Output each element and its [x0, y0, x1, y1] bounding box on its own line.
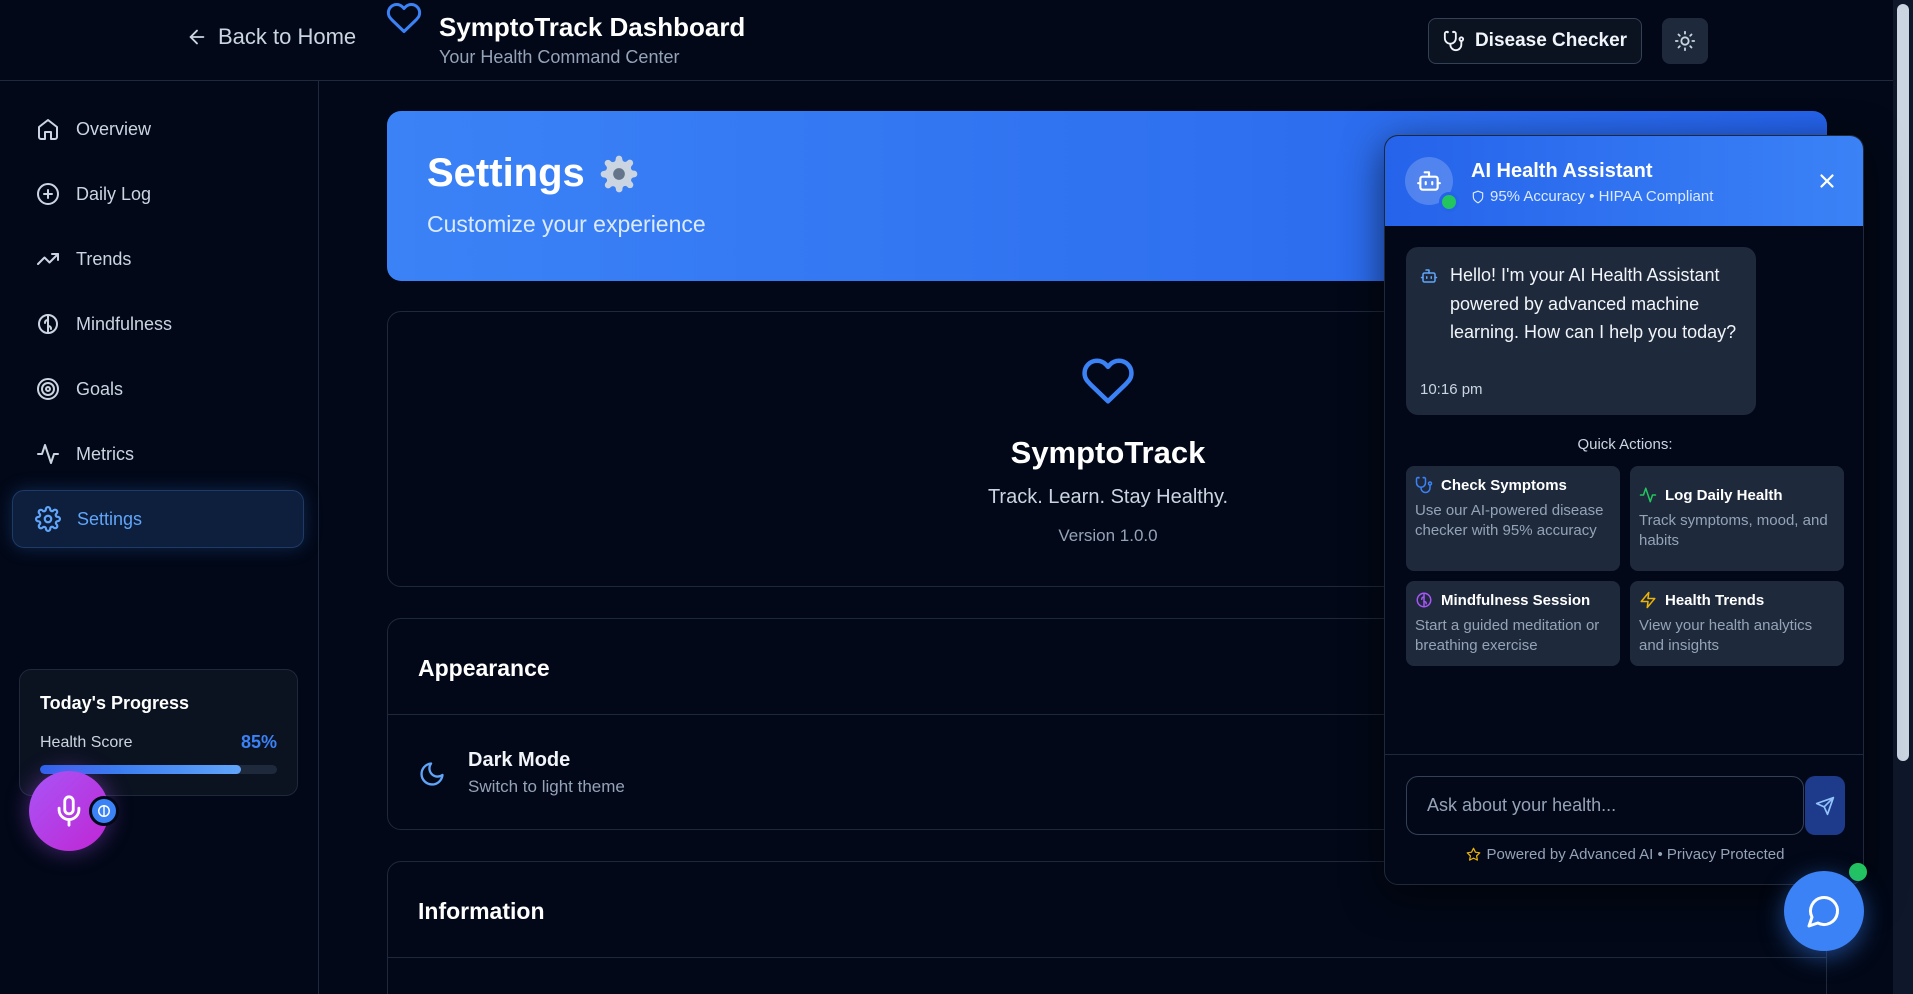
sidebar-item-label: Metrics	[76, 443, 134, 464]
quick-action-desc: Start a guided meditation or breathing e…	[1415, 617, 1600, 654]
zap-icon	[1639, 591, 1657, 609]
sidebar-item-goals[interactable]: Goals	[36, 369, 123, 409]
stethoscope-icon	[1443, 30, 1465, 52]
divider	[1385, 754, 1863, 755]
disease-checker-label: Disease Checker	[1474, 30, 1628, 51]
open-chat-button[interactable]	[1784, 871, 1864, 951]
activity-icon	[1639, 486, 1657, 504]
quick-actions-label: Quick Actions:	[1577, 436, 1673, 453]
quick-action-title: Log Daily Health	[1665, 486, 1783, 504]
top-header: Back to Home SymptoTrack Dashboard Your …	[0, 0, 1893, 81]
divider	[388, 957, 1826, 958]
send-icon	[1815, 796, 1835, 816]
page-title: Settings	[427, 151, 585, 195]
dashboard-subtitle: Your Health Command Center	[439, 47, 680, 67]
sun-icon	[1674, 30, 1696, 52]
powered-by-text: Powered by Advanced AI • Privacy Protect…	[1486, 846, 1785, 863]
scrollbar-thumb[interactable]	[1897, 4, 1909, 761]
moon-icon	[418, 760, 446, 788]
chat-header: AI Health Assistant 95% Accuracy • HIPAA…	[1385, 136, 1863, 226]
quick-action-header: Check Symptoms	[1415, 476, 1567, 494]
chat-subtitle-text: 95% Accuracy • HIPAA Compliant	[1490, 188, 1714, 205]
target-icon	[36, 377, 60, 401]
chat-subtitle: 95% Accuracy • HIPAA Compliant	[1471, 188, 1713, 205]
quick-action-desc: Use our AI-powered disease checker with …	[1415, 502, 1604, 539]
quick-action-header: Log Daily Health	[1639, 486, 1783, 504]
appearance-title: Appearance	[418, 655, 550, 681]
sidebar-item-label: Mindfulness	[76, 313, 173, 334]
online-status-dot	[1439, 192, 1459, 212]
chat-input[interactable]	[1406, 776, 1804, 835]
home-icon	[36, 117, 60, 141]
brain-icon	[36, 312, 60, 336]
activity-icon	[36, 442, 60, 466]
assistant-message-text: Hello! I'm your AI Health Assistant powe…	[1450, 265, 1737, 342]
dashboard-title: SymptoTrack Dashboard	[439, 12, 746, 42]
bot-icon	[1420, 267, 1438, 285]
brain-icon	[1415, 591, 1433, 609]
microphone-icon	[52, 794, 86, 828]
sidebar-item-overview[interactable]: Overview	[36, 109, 151, 149]
gear-emoji-icon	[599, 154, 639, 194]
message-circle-icon	[1806, 893, 1842, 929]
dark-mode-title: Dark Mode	[468, 749, 571, 771]
chat-title: AI Health Assistant	[1471, 160, 1653, 182]
star-icon	[1466, 847, 1481, 862]
information-title: Information	[418, 898, 545, 924]
quick-action-desc: Track symptoms, mood, and habits	[1639, 512, 1828, 549]
sidebar-item-label: Settings	[77, 508, 143, 529]
send-message-button[interactable]	[1805, 776, 1845, 835]
brain-icon	[97, 804, 111, 818]
sidebar-item-daily-log[interactable]: Daily Log	[36, 174, 151, 214]
health-score-value: 85%	[240, 732, 277, 752]
sidebar-item-settings[interactable]: Settings	[12, 490, 304, 548]
arrow-left-icon	[186, 26, 208, 48]
quick-action-health-trends[interactable]: Health Trends View your health analytics…	[1630, 581, 1844, 666]
banner-heading: Settings	[427, 151, 639, 196]
sidebar-item-label: Goals	[76, 378, 124, 399]
page-scrollbar[interactable]	[1893, 0, 1913, 994]
assistant-message: Hello! I'm your AI Health Assistant powe…	[1406, 247, 1756, 415]
quick-action-title: Health Trends	[1665, 591, 1765, 609]
sidebar-item-label: Daily Log	[76, 183, 152, 204]
close-chat-button[interactable]	[1813, 167, 1841, 195]
theme-toggle-button[interactable]	[1662, 18, 1708, 64]
trending-up-icon	[36, 247, 60, 271]
shield-icon	[1471, 190, 1485, 204]
bot-icon	[1416, 168, 1442, 194]
quick-action-log-daily-health[interactable]: Log Daily Health Track symptoms, mood, a…	[1630, 466, 1844, 571]
page-subtitle: Customize your experience	[427, 211, 706, 237]
quick-action-header: Mindfulness Session	[1415, 591, 1590, 609]
sidebar-item-metrics[interactable]: Metrics	[36, 434, 134, 474]
sidebar: Overview Daily Log Trends Mindfulness Go…	[0, 81, 319, 994]
dark-mode-subtitle: Switch to light theme	[468, 777, 625, 796]
back-to-home-label: Back to Home	[218, 24, 357, 49]
stethoscope-icon	[1415, 476, 1433, 494]
quick-action-title: Check Symptoms	[1441, 476, 1567, 494]
sidebar-item-label: Overview	[76, 118, 152, 139]
disease-checker-button[interactable]: Disease Checker	[1428, 18, 1642, 64]
powered-by-note: Powered by Advanced AI • Privacy Protect…	[1385, 846, 1863, 863]
quick-action-mindfulness-session[interactable]: Mindfulness Session Start a guided medit…	[1406, 581, 1620, 666]
quick-action-desc: View your health analytics and insights	[1639, 617, 1813, 654]
ai-assistant-panel: AI Health Assistant 95% Accuracy • HIPAA…	[1384, 135, 1864, 885]
chat-notification-dot	[1849, 863, 1867, 881]
mic-brain-badge	[89, 796, 119, 826]
health-score-label: Health Score	[40, 734, 133, 751]
quick-action-title: Mindfulness Session	[1441, 591, 1591, 609]
sidebar-item-trends[interactable]: Trends	[36, 239, 131, 279]
heart-logo-icon	[384, 0, 424, 36]
progress-title: Today's Progress	[40, 693, 190, 713]
heart-icon	[1079, 354, 1137, 408]
message-timestamp: 10:16 pm	[1420, 381, 1483, 398]
settings-icon	[35, 506, 61, 532]
sidebar-item-mindfulness[interactable]: Mindfulness	[36, 304, 172, 344]
quick-action-header: Health Trends	[1639, 591, 1764, 609]
back-to-home-link[interactable]: Back to Home	[186, 24, 356, 50]
sidebar-item-label: Trends	[76, 248, 132, 269]
close-icon	[1816, 170, 1838, 192]
plus-circle-icon	[36, 182, 60, 206]
quick-action-check-symptoms[interactable]: Check Symptoms Use our AI-powered diseas…	[1406, 466, 1620, 571]
